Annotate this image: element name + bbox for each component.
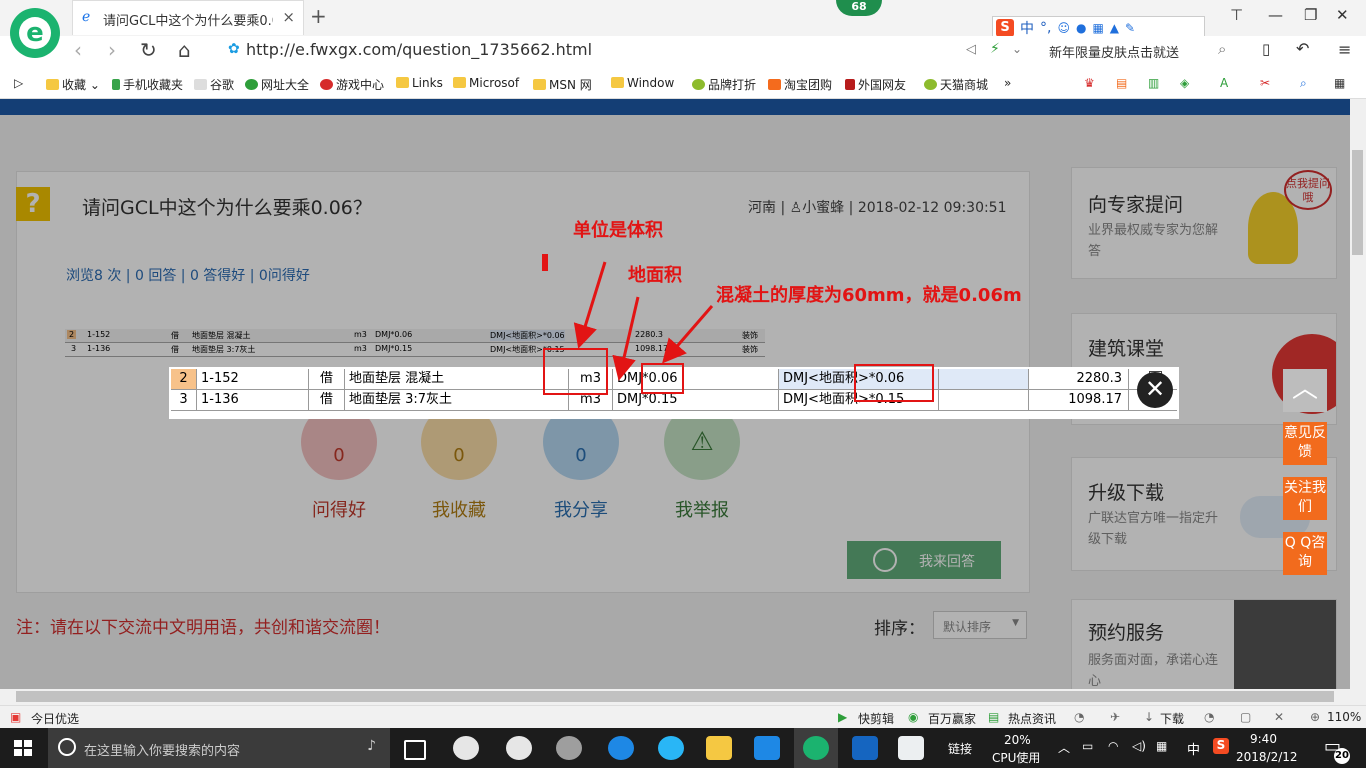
battery-icon[interactable]: ▭ <box>1082 739 1093 753</box>
arrow-thickness <box>662 305 714 364</box>
speedometer-icon[interactable]: ◔ <box>1074 710 1084 724</box>
fan-app-icon[interactable] <box>453 736 479 760</box>
gift-icon: ▣ <box>10 710 22 724</box>
document-icon[interactable] <box>898 736 924 760</box>
pin-icon[interactable]: ✈ <box>1110 710 1120 724</box>
mute-icon[interactable]: ✕ <box>1274 710 1284 724</box>
feedback-button[interactable]: 意见反馈 <box>1283 422 1327 465</box>
clock-time[interactable]: 9:40 <box>1250 732 1277 746</box>
ime-indicator[interactable]: 中 <box>1187 739 1200 758</box>
swirl-app-icon[interactable] <box>556 736 582 760</box>
taskbar-search-box[interactable]: 在这里输入你要搜索的内容 ♪ <box>48 728 390 768</box>
news-icon: ▤ <box>988 710 1000 724</box>
sogou-tray-icon[interactable]: S <box>1213 738 1229 754</box>
video-edit-icon: ▶ <box>838 710 848 724</box>
horizontal-scroll-thumb[interactable] <box>16 691 1334 702</box>
microphone-icon[interactable]: ♪ <box>367 738 376 754</box>
browser-status-bar: ▣ 今日优选 ▶ 快剪辑 ◉ 百万赢家 ▤ 热点资讯 ◔ ✈ ↓ 下载 ◔ ▢ … <box>0 705 1366 729</box>
speed-icon[interactable]: ◔ <box>1204 710 1214 724</box>
cortana-icon <box>58 738 76 756</box>
active-browser-icon[interactable] <box>803 736 829 760</box>
annotation-mark <box>542 254 548 271</box>
qq-consult-button[interactable]: Q Q咨询 <box>1283 532 1327 575</box>
annotation-thickness: 混凝土的厚度为60mm，就是0.06m <box>716 285 1022 306</box>
window-icon[interactable]: ▢ <box>1240 710 1251 724</box>
volume-icon[interactable]: ◁) <box>1132 739 1146 753</box>
cpu-usage: 20% <box>1004 733 1031 747</box>
arrow-area <box>612 296 640 381</box>
wifi-icon[interactable]: ◠ <box>1108 739 1118 753</box>
show-hidden-icons[interactable]: ︿ <box>1058 739 1070 756</box>
follow-us-button[interactable]: 关注我们 <box>1283 477 1327 520</box>
browser-e-icon[interactable] <box>506 736 532 760</box>
arrow-unit <box>573 261 607 349</box>
play-circle-icon: ◉ <box>908 710 919 724</box>
download-arrow-icon: ↓ <box>1144 710 1155 724</box>
back-to-top-button[interactable]: ︿ <box>1283 369 1327 412</box>
annotation-unit: 单位是体积 <box>573 220 663 241</box>
glodon-alt-icon[interactable] <box>852 736 878 760</box>
annotation-area: 地面积 <box>628 265 682 286</box>
hot-news-link[interactable]: 热点资讯 <box>1008 710 1056 727</box>
browser-logo-icon[interactable]: e <box>10 8 60 58</box>
zoom-icon: ⊕ <box>1310 710 1321 724</box>
download-link[interactable]: 下载 <box>1160 710 1184 727</box>
keyboard-icon[interactable]: ▦ <box>1156 739 1167 753</box>
edge-icon[interactable] <box>608 736 634 760</box>
close-viewer-button[interactable]: ✕ <box>1137 372 1173 408</box>
task-view-icon[interactable] <box>404 740 426 760</box>
windows-start-icon[interactable] <box>14 740 32 756</box>
glodon-icon[interactable] <box>754 736 780 760</box>
clock-date[interactable]: 2018/2/12 <box>1236 750 1298 764</box>
notification-count[interactable]: 20 <box>1334 748 1350 764</box>
file-explorer-icon[interactable] <box>706 736 732 760</box>
vertical-scroll-thumb[interactable] <box>1352 150 1363 255</box>
daily-picks-link[interactable]: 今日优选 <box>31 710 79 727</box>
links-toolbar[interactable]: 链接 <box>948 740 972 757</box>
winner-link[interactable]: 百万赢家 <box>928 710 976 727</box>
cpu-label: CPU使用 <box>992 751 1041 765</box>
zoom-level[interactable]: 110% <box>1327 710 1361 724</box>
quick-edit-link[interactable]: 快剪辑 <box>858 710 894 727</box>
ie-icon[interactable] <box>658 736 684 760</box>
